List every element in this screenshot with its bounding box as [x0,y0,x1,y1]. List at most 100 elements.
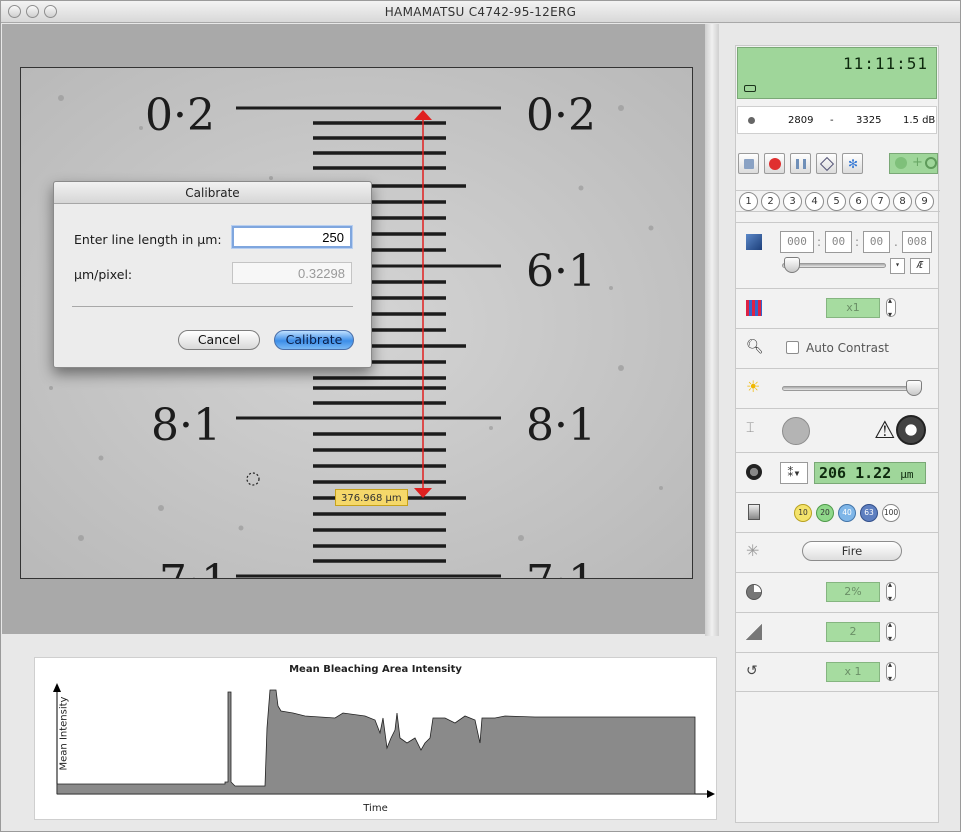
position-selector: 1 2 3 4 5 6 7 8 9 [736,190,940,212]
auto-contrast-checkbox[interactable] [786,341,799,354]
repeat-value[interactable]: x 1 [826,662,880,682]
position-8-button[interactable]: 8 [893,192,912,211]
sun-icon: ☀ [746,377,761,396]
brightness-row: ☀ [736,368,938,408]
auto-contrast-label: Auto Contrast [806,341,889,355]
graph-x-label: Time [363,803,388,814]
exposure-minutes[interactable]: 00 [825,231,852,253]
binning-stepper[interactable] [886,296,896,319]
exposure-menu-button[interactable]: ▾ [890,258,905,274]
exposure-sep-2: : [855,235,860,249]
status-dot-icon [748,117,755,124]
exposure-sep-1: : [817,235,822,249]
percent-row: 2% [736,572,938,612]
objective-40x-button[interactable]: 40 [838,504,856,522]
objective-63x-button[interactable]: 63 [860,504,878,522]
percent-value[interactable]: 2% [826,582,880,602]
brightness-slider-thumb[interactable] [906,380,922,396]
range-low: 2809 [788,115,814,126]
objective-20x-button[interactable]: 20 [816,504,834,522]
lamp-icon[interactable] [896,415,926,445]
scale-label-right-top: 0·2 [526,90,596,141]
position-3-button[interactable]: 3 [783,192,802,211]
line-length-label: Enter line length in µm: [74,232,222,247]
cancel-button[interactable]: Cancel [178,330,260,350]
exposure-icon [746,234,762,250]
binning-value[interactable]: x1 [826,298,880,318]
aperture-icon: ⌶ [746,420,755,436]
position-7-button[interactable]: 7 [871,192,890,211]
exposure-seconds[interactable]: 00 [863,231,890,253]
shutter-row: ⌶ ⚠ [736,408,938,452]
focus-position-unit: µm [900,468,914,481]
steps-stepper[interactable] [886,620,896,643]
binning-icon [746,300,762,316]
graph-y-label: Mean Intensity [58,696,70,771]
repeat-row: ↺ x 1 [736,652,938,692]
exposure-hours[interactable]: 000 [780,231,814,253]
position-5-button[interactable]: 5 [827,192,846,211]
steps-icon [746,624,762,640]
scale-label-left-top: 0·2 [145,90,215,141]
line-length-input[interactable] [232,226,352,248]
tool-button[interactable] [816,153,837,174]
dialog-title: Calibrate [54,182,371,204]
position-2-button[interactable]: 2 [761,192,780,211]
clock-display: 11:11:51 [737,47,937,99]
calibrate-button[interactable]: Calibrate [274,330,354,350]
exposure-row: 000 : 00 : 00 . 008 ▾ Æ [736,222,938,288]
steps-row: 2 [736,612,938,652]
toolbar: ✻ + [736,150,940,176]
undo-icon: ↺ [746,663,758,679]
shutter-indicator[interactable] [782,417,810,445]
crosshair-icon: + [912,155,923,170]
laser-burst-icon: ✳ [746,541,760,560]
range-high: 3325 [856,115,882,126]
disk-icon [744,85,756,92]
warning-icon: ⚠ [874,416,896,444]
steps-value[interactable]: 2 [826,622,880,642]
exposure-slider-thumb[interactable] [784,257,800,273]
wand-icon [819,156,835,172]
percent-stepper[interactable] [886,580,896,603]
bleaching-graph: Mean Bleaching Area Intensity Time Mean … [34,657,717,820]
dialog-divider [72,306,353,307]
pause-button[interactable] [790,153,811,174]
view-mode-controls[interactable]: + [889,153,938,174]
focus-knob-icon [746,464,762,480]
fire-button[interactable]: Fire [802,541,902,561]
calibrate-dialog: Calibrate Enter line length in µm: µm/pi… [53,181,372,368]
position-6-button[interactable]: 6 [849,192,868,211]
gain-value: 1.5 dB [903,115,936,126]
timer-icon [925,157,937,169]
freeze-button[interactable]: ✻ [842,153,863,174]
scale-label-right-low: 8·1 [526,400,596,451]
snowflake-icon: ✻ [848,157,859,171]
objective-10x-button[interactable]: 10 [794,504,812,522]
um-per-pixel-label: µm/pixel: [74,267,133,282]
focus-row: ⁑▾ 206 1.22 µm [736,452,938,492]
pane-splitter[interactable] [705,24,719,636]
position-4-button[interactable]: 4 [805,192,824,211]
repeat-stepper[interactable] [886,660,896,683]
snapshot-button[interactable] [738,153,759,174]
focus-step-menu[interactable]: ⁑▾ [780,462,808,484]
position-1-button[interactable]: 1 [739,192,758,211]
auto-contrast-row: 🔍︎ Auto Contrast [736,328,938,368]
record-button[interactable] [764,153,785,174]
scale-label-right-mid: 6·1 [526,246,596,297]
brightness-slider[interactable] [782,386,922,391]
um-per-pixel-field [232,262,352,284]
live-icon [895,157,907,169]
window-title: HAMAMATSU C4742-95-12ERG [384,5,577,19]
fire-row: ✳ Fire [736,532,938,572]
clock-time: 11:11:51 [842,54,928,73]
objective-100x-button[interactable]: 100 [882,504,900,522]
auto-exposure-button[interactable]: Æ [910,258,930,274]
focus-position-display: 206 1.22 µm [814,462,926,484]
exposure-ms[interactable]: 008 [902,231,932,253]
scale-label-left-bottom: 7·1 [159,556,229,579]
position-9-button[interactable]: 9 [915,192,934,211]
pause-icon [796,159,806,169]
scale-label-right-bottom: 7·1 [526,556,596,579]
